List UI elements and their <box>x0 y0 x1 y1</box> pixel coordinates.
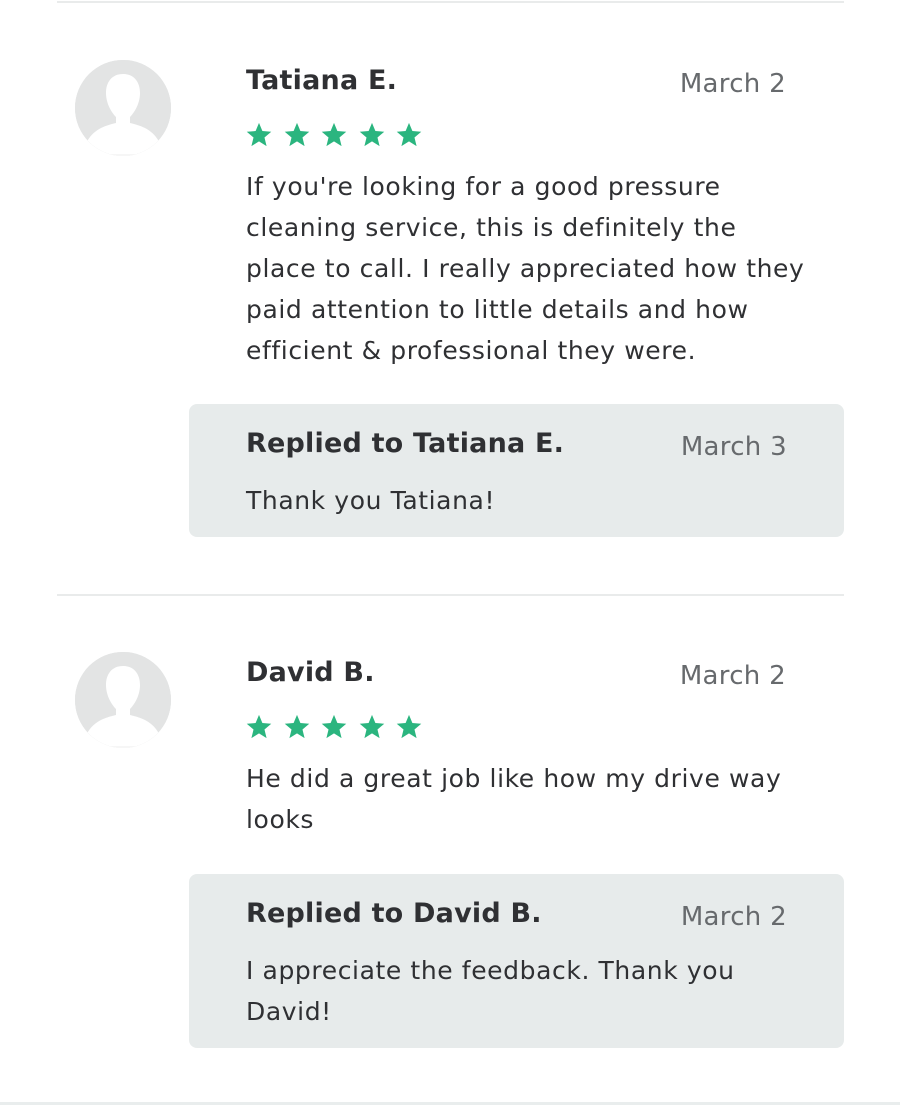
star-icon <box>359 122 384 147</box>
user-silhouette-icon <box>75 60 171 156</box>
reply-title: Replied to Tatiana E. <box>246 428 565 459</box>
review-date: March 2 <box>679 69 786 99</box>
avatar <box>75 60 171 156</box>
reply-title: Replied to David B. <box>246 898 542 929</box>
star-rating <box>245 121 423 149</box>
star-icon <box>359 714 384 739</box>
star-icon <box>246 714 272 739</box>
star-icon <box>321 714 347 739</box>
reply-date: March 3 <box>680 432 787 462</box>
owner-reply: Replied to Tatiana E. March 3 Thank you … <box>189 404 844 537</box>
reviews-list: Tatiana E. March 2 If you're looking for… <box>0 0 900 1105</box>
reviewer-name: David B. <box>246 657 375 688</box>
review-divider <box>57 594 844 596</box>
avatar <box>75 652 171 748</box>
reply-text: I appreciate the feedback. Thank you Dav… <box>246 956 735 1026</box>
owner-reply: Replied to David B. March 2 I appreciate… <box>189 874 844 1048</box>
star-icon <box>284 122 309 147</box>
star-icon <box>396 714 422 739</box>
review-date: March 2 <box>679 661 786 691</box>
user-silhouette-icon <box>75 652 171 748</box>
star-icon <box>396 122 422 147</box>
reviewer-name: Tatiana E. <box>246 65 398 96</box>
star-icon <box>321 122 347 147</box>
review-divider <box>57 1 844 3</box>
star-rating <box>245 713 423 741</box>
review-text: If you're looking for a good pressure cl… <box>246 172 805 365</box>
reply-text: Thank you Tatiana! <box>246 486 496 515</box>
review-text: He did a great job like how my drive way… <box>246 764 782 834</box>
star-icon <box>284 714 309 739</box>
star-icon <box>246 122 272 147</box>
reply-date: March 2 <box>680 902 787 932</box>
